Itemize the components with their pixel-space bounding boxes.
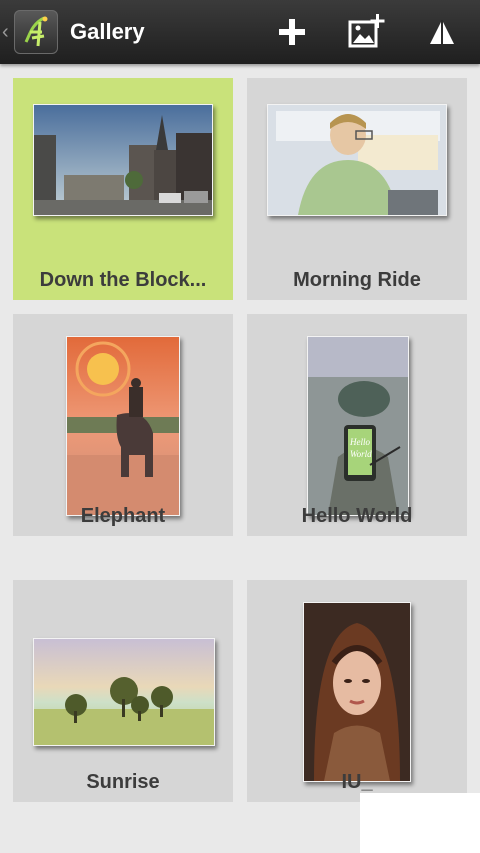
artwork-title: IU_	[341, 771, 373, 793]
artwork-grid: Down the Block... Morning Ride Elephant …	[0, 64, 480, 853]
artwork-tile[interactable]: Sunrise	[13, 580, 233, 802]
overlay-box	[360, 793, 480, 853]
svg-text:World: World	[350, 449, 372, 459]
artwork-tile[interactable]: Morning Ride	[247, 78, 467, 300]
artwork-tile[interactable]: Hello World Hello World	[247, 314, 467, 536]
artwork-title: Elephant	[80, 505, 166, 527]
up-caret-icon[interactable]: ‹	[2, 22, 14, 42]
add-button[interactable]	[270, 10, 314, 54]
artwork-thumbnail: Hello World	[307, 336, 409, 516]
add-image-icon	[348, 14, 385, 48]
action-bar: ‹ Gallery	[0, 0, 480, 64]
artwork-thumbnail	[267, 104, 447, 216]
artwork-thumbnail	[33, 104, 213, 216]
artwork-title: Sunrise	[86, 771, 160, 793]
artwork-title: Hello World	[301, 505, 413, 527]
add-image-button[interactable]	[344, 10, 388, 54]
app-title: Gallery	[70, 19, 145, 44]
app-logo-icon[interactable]	[14, 10, 58, 54]
hello-world-handwriting: Hello	[349, 437, 370, 447]
artwork-title: Down the Block...	[39, 269, 207, 291]
artwork-thumbnail	[303, 602, 411, 782]
artwork-tile[interactable]: Down the Block...	[13, 78, 233, 300]
add-icon	[279, 19, 305, 45]
artwork-tile[interactable]: Elephant	[13, 314, 233, 536]
artwork-thumbnail	[33, 638, 215, 746]
artwork-thumbnail	[66, 336, 180, 516]
overflow-button[interactable]	[420, 10, 464, 54]
artwork-tile[interactable]: IU_	[247, 580, 467, 802]
artwork-title: Morning Ride	[293, 269, 421, 291]
overflow-triangle-icon	[430, 20, 454, 44]
